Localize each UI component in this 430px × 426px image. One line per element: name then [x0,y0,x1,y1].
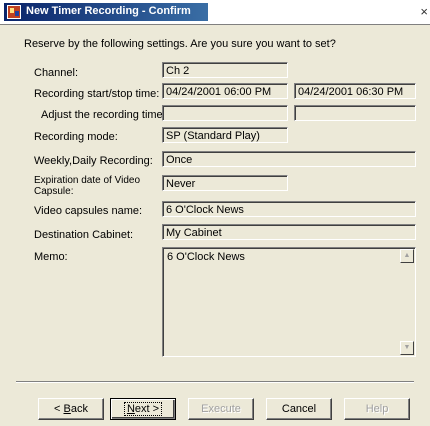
window-title: New Timer Recording - Confirm [26,5,191,17]
stop-time-field: 04/24/2001 06:30 PM [294,83,416,99]
adjust-time-label: Adjust the recording time: [41,109,166,121]
channel-field: Ch 2 [162,62,288,78]
back-rest: ack [70,403,88,415]
memo-scrollbar[interactable]: ▲ ▼ [400,249,414,355]
title-bar: New Timer Recording - Confirm × [0,0,430,24]
cabinet-field: My Cabinet [162,224,416,240]
execute-button[interactable]: Execute [188,398,254,420]
memo-box[interactable]: 6 O'Clock News ▲ ▼ [162,247,416,357]
expiration-field: Never [162,175,288,191]
app-icon [7,5,21,19]
start-stop-label: Recording start/stop time: [34,88,160,100]
close-icon[interactable]: × [420,4,428,19]
dialog-body: Reserve by the following settings. Are y… [0,24,430,426]
next-focus: Next > [123,402,163,416]
weekly-daily-label: Weekly,Daily Recording: [34,155,153,167]
cancel-button[interactable]: Cancel [266,398,332,420]
memo-text: 6 O'Clock News [167,251,245,263]
back-button[interactable]: < Back [38,398,104,420]
capsule-name-field: 6 O'Clock News [162,201,416,217]
scroll-up-icon[interactable]: ▲ [400,249,414,263]
start-time-field: 04/24/2001 06:00 PM [162,83,288,99]
adjust-stop-field [294,105,416,121]
separator [16,381,414,383]
back-prefix: < [54,403,64,415]
recording-mode-label: Recording mode: [34,131,118,143]
adjust-start-field [162,105,288,121]
next-rest: ext > [134,403,160,415]
back-mnemonic: B [63,403,71,415]
recording-mode-field: SP (Standard Play) [162,127,288,143]
dialog-window: New Timer Recording - Confirm × Reserve … [0,0,430,426]
channel-label: Channel: [34,67,79,79]
scroll-down-icon[interactable]: ▼ [400,341,414,355]
title-tab[interactable]: New Timer Recording - Confirm [4,3,208,21]
weekly-daily-field: Once [162,151,416,167]
capsule-name-label: Video capsules name: [34,205,143,217]
expiration-label: Expiration date of Video Capsule: [34,175,141,197]
help-button[interactable]: Help [344,398,410,420]
confirm-prompt: Reserve by the following settings. Are y… [24,38,336,50]
memo-label: Memo: [34,251,68,263]
cabinet-label: Destination Cabinet: [34,229,134,241]
next-button[interactable]: Next > [110,398,176,420]
next-mnemonic: N [126,403,135,415]
